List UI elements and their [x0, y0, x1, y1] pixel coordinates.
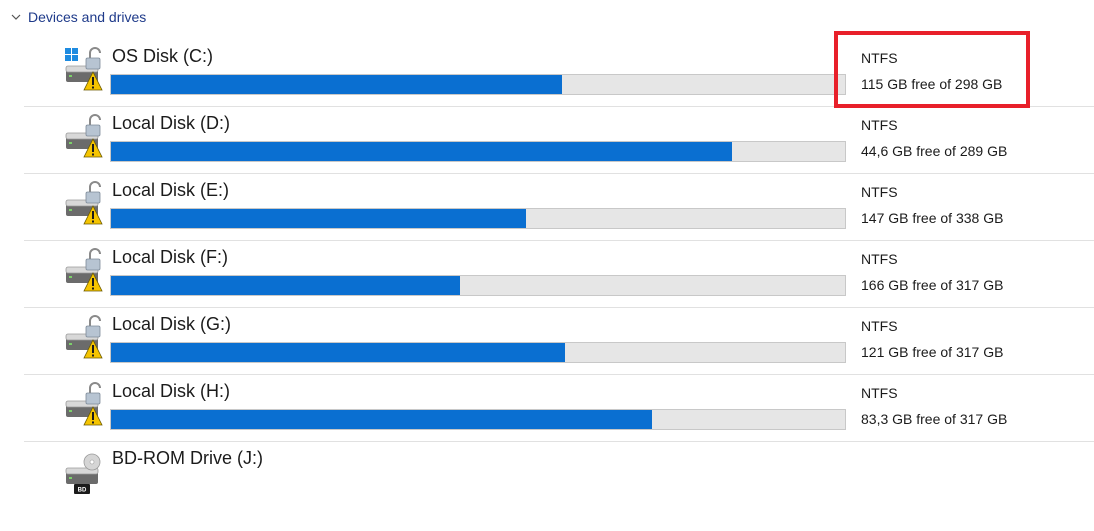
locked-warning-drive-icon [62, 314, 108, 362]
free-space-label: 44,6 GB free of 289 GB [861, 143, 1008, 159]
chevron-down-icon[interactable] [10, 11, 22, 23]
usage-bar-fill [111, 276, 461, 295]
svg-text:BD: BD [78, 488, 87, 494]
free-space-label: 121 GB free of 317 GB [861, 344, 1004, 360]
devices-and-drives-panel: Devices and drives OS Disk (C:) NTFS 115 G… [0, 0, 1094, 531]
free-space-label: 147 GB free of 338 GB [861, 210, 1004, 226]
filesystem-label: NTFS [861, 117, 898, 133]
usage-bar [110, 141, 846, 162]
windows-locked-warning-drive-icon [62, 46, 108, 94]
usage-bar-fill [111, 75, 562, 94]
usage-bar [110, 409, 846, 430]
drive-name: BD-ROM Drive (J:) [112, 448, 263, 468]
section-header[interactable]: Devices and drives [10, 8, 146, 26]
bd-rom-drive-icon: BD [62, 448, 108, 496]
drive-name: Local Disk (H:) [112, 381, 231, 401]
drive-name: OS Disk (C:) [112, 46, 213, 66]
drive-name: Local Disk (D:) [112, 113, 231, 133]
locked-warning-drive-icon [62, 247, 108, 295]
usage-bar-fill [111, 142, 732, 161]
usage-bar-fill [111, 209, 526, 228]
usage-bar [110, 342, 846, 363]
locked-warning-drive-icon [62, 180, 108, 228]
section-title: Devices and drives [28, 9, 147, 25]
drive-row-d[interactable]: Local Disk (D:) NTFS 44,6 GB free of 289 G… [24, 107, 1094, 174]
free-space-label: 166 GB free of 317 GB [861, 277, 1004, 293]
filesystem-label: NTFS [861, 385, 898, 401]
drive-row-e[interactable]: Local Disk (E:) NTFS 147 GB free of 338 GB [24, 174, 1094, 241]
drive-name: Local Disk (E:) [112, 180, 230, 200]
usage-bar [110, 208, 846, 229]
free-space-label: 83,3 GB free of 317 GB [861, 411, 1008, 427]
filesystem-label: NTFS [861, 184, 898, 200]
drive-row-g[interactable]: Local Disk (G:) NTFS 121 GB free of 317 GB [24, 308, 1094, 375]
drive-row-f[interactable]: Local Disk (F:) NTFS 166 GB free of 317 GB [24, 241, 1094, 308]
free-space-label: 115 GB free of 298 GB [861, 76, 1003, 92]
locked-warning-drive-icon [62, 113, 108, 161]
usage-bar [110, 74, 846, 95]
locked-warning-drive-icon [62, 381, 108, 429]
drive-name: Local Disk (F:) [112, 247, 229, 267]
usage-bar [110, 275, 846, 296]
usage-bar-fill [111, 410, 652, 429]
filesystem-label: NTFS [861, 50, 898, 66]
usage-bar-fill [111, 343, 565, 362]
drive-row-c[interactable]: OS Disk (C:) NTFS 115 GB free of 298 GB [24, 40, 1094, 107]
drive-name: Local Disk (G:) [112, 314, 232, 334]
drive-row-j[interactable]: BD BD-ROM Drive (J:) [24, 442, 1094, 509]
filesystem-label: NTFS [861, 251, 898, 267]
drive-row-h[interactable]: Local Disk (H:) NTFS 83,3 GB free of 317 G… [24, 375, 1094, 442]
filesystem-label: NTFS [861, 318, 898, 334]
